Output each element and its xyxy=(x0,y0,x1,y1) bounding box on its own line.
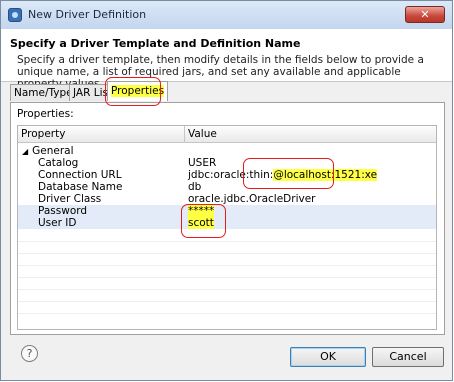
property-value[interactable]: oracle.jdbc.OracleDriver xyxy=(188,193,316,205)
property-value[interactable]: db xyxy=(188,181,201,193)
property-name: Catalog xyxy=(38,157,79,169)
table-row[interactable]: Connection URL jdbc:oracle:thin:@localho… xyxy=(18,169,436,181)
table-row[interactable]: Database Name db xyxy=(18,181,436,193)
column-header-value[interactable]: Value xyxy=(188,128,217,140)
property-name: Database Name xyxy=(38,181,123,193)
dialog-header: Specify a Driver Template and Definition… xyxy=(1,29,452,90)
property-name: Password xyxy=(38,205,88,217)
app-icon xyxy=(8,8,22,22)
table-header: Property Value xyxy=(18,126,436,143)
close-button[interactable]: ✕ xyxy=(405,6,445,23)
table-row[interactable]: User ID scott xyxy=(18,217,436,229)
properties-panel: Properties: Property Value ◢ General Cata… xyxy=(10,102,445,335)
url-prefix: jdbc:oracle:thin: xyxy=(188,169,274,181)
property-name: User ID xyxy=(38,217,77,229)
window-title: New Driver Definition xyxy=(28,8,147,21)
column-divider[interactable] xyxy=(184,126,185,142)
table-row-group-general[interactable]: ◢ General xyxy=(18,145,436,157)
table-row[interactable]: Password ***** xyxy=(18,205,436,217)
property-value[interactable]: jdbc:oracle:thin:@localhost:1521:xe xyxy=(188,169,378,181)
property-value[interactable]: scott xyxy=(188,217,214,229)
property-name: Driver Class xyxy=(38,193,102,205)
collapse-triangle-icon[interactable]: ◢ xyxy=(22,147,28,156)
property-value[interactable]: USER xyxy=(188,157,216,169)
table-row[interactable]: Catalog USER xyxy=(18,157,436,169)
property-name: Connection URL xyxy=(38,169,122,181)
ok-button[interactable]: OK xyxy=(290,347,366,367)
column-header-property[interactable]: Property xyxy=(21,128,65,140)
tab-name-type[interactable]: Name/Type xyxy=(10,84,77,101)
properties-table: Property Value ◢ General Catalog USER Con… xyxy=(17,125,437,330)
table-row[interactable]: Driver Class oracle.jdbc.OracleDriver xyxy=(18,193,436,205)
title-bar: New Driver Definition ✕ xyxy=(1,1,452,30)
url-host-highlight: @localhost:1521:xe xyxy=(273,169,378,181)
page-title: Specify a Driver Template and Definition… xyxy=(10,37,301,50)
help-icon[interactable]: ? xyxy=(21,345,38,362)
cancel-button[interactable]: Cancel xyxy=(372,347,444,367)
property-value[interactable]: ***** xyxy=(188,205,215,217)
tab-properties[interactable]: Properties xyxy=(107,81,169,101)
properties-label: Properties: xyxy=(17,108,74,120)
tab-properties-label: Properties xyxy=(111,85,165,97)
new-driver-dialog: New Driver Definition ✕ Specify a Driver… xyxy=(0,0,453,381)
